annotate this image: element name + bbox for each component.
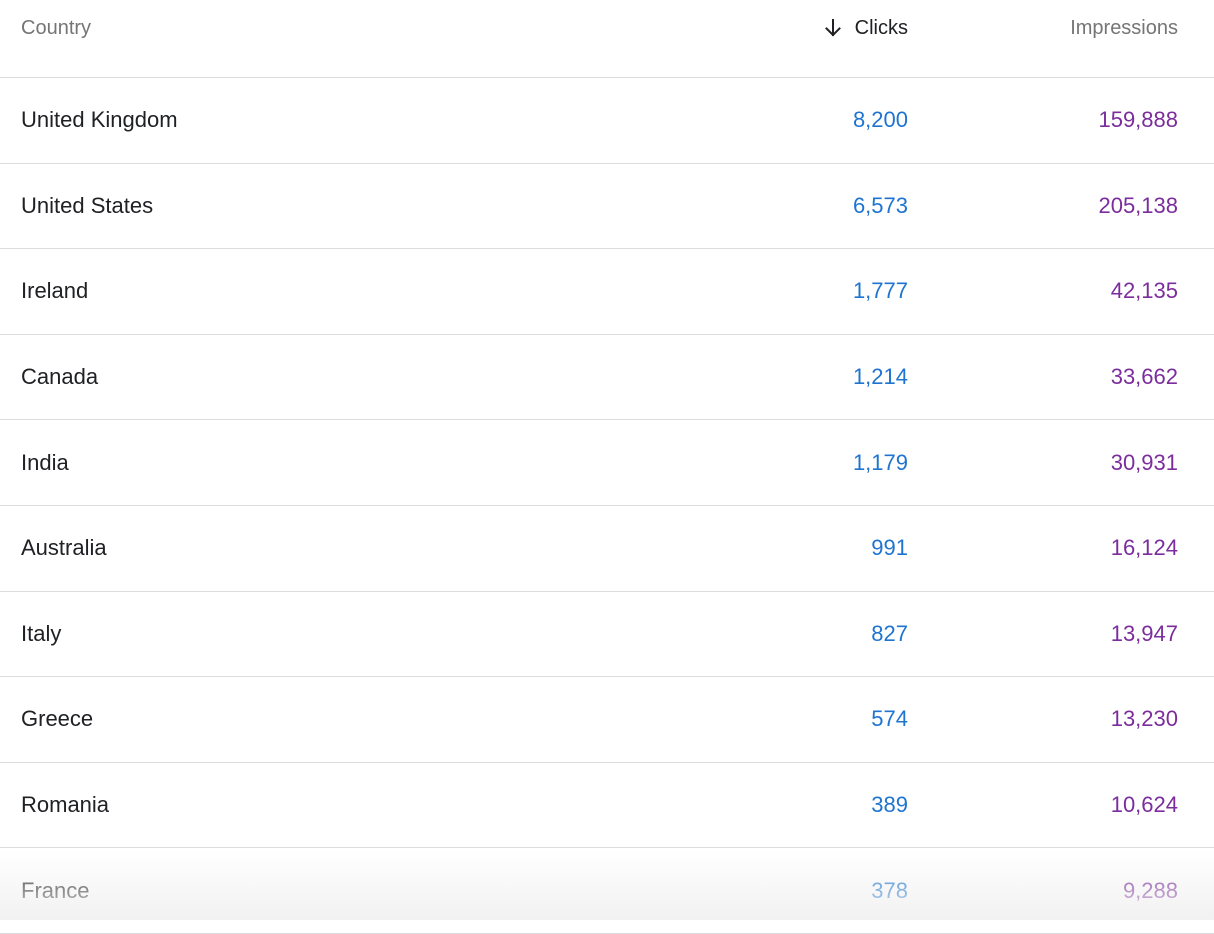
table-row[interactable]: Canada 1,214 33,662: [0, 335, 1214, 421]
table-row[interactable]: Greece 574 13,230: [0, 677, 1214, 763]
table-body: United Kingdom 8,200 159,888 United Stat…: [0, 78, 1214, 934]
country-cell: Italy: [21, 620, 62, 646]
impressions-cell: 159,888: [1098, 107, 1178, 133]
impressions-cell: 33,662: [1110, 364, 1178, 390]
country-cell: Romania: [21, 792, 110, 818]
impressions-cell: 10,624: [1110, 792, 1178, 818]
country-performance-table: Country Clicks Impressions United Kingdo…: [0, 0, 1214, 934]
table-row[interactable]: Ireland 1,777 42,135: [0, 249, 1214, 335]
column-header-impressions[interactable]: Impressions: [1070, 16, 1178, 40]
impressions-cell: 42,135: [1110, 278, 1178, 304]
clicks-cell: 1,179: [852, 449, 908, 475]
table-header: Country Clicks Impressions: [0, 0, 1214, 78]
clicks-cell: 6,573: [852, 192, 908, 218]
clicks-cell: 389: [871, 792, 908, 818]
country-cell: India: [21, 449, 69, 475]
table-row[interactable]: Italy 827 13,947: [0, 592, 1214, 678]
clicks-cell: 8,200: [852, 107, 908, 133]
impressions-cell: 205,138: [1098, 192, 1178, 218]
country-cell: France: [21, 877, 90, 903]
column-header-clicks-label: Clicks: [854, 17, 908, 39]
country-cell: Australia: [21, 535, 107, 561]
country-cell: Ireland: [21, 278, 89, 304]
table-row[interactable]: Australia 991 16,124: [0, 506, 1214, 592]
impressions-cell: 13,947: [1110, 620, 1178, 646]
column-header-clicks[interactable]: Clicks: [823, 16, 908, 40]
clicks-cell: 378: [871, 877, 908, 903]
impressions-cell: 13,230: [1110, 706, 1178, 732]
country-cell: United Kingdom: [21, 107, 178, 133]
impressions-cell: 16,124: [1110, 535, 1178, 561]
impressions-cell: 30,931: [1110, 449, 1178, 475]
country-cell: United States: [21, 192, 154, 218]
arrow-down-icon: [823, 18, 843, 38]
table-row[interactable]: France 378 9,288: [0, 848, 1214, 934]
country-cell: Canada: [21, 364, 99, 390]
column-header-country[interactable]: Country: [21, 16, 91, 40]
table-row[interactable]: Romania 389 10,624: [0, 763, 1214, 849]
table-row[interactable]: United Kingdom 8,200 159,888: [0, 78, 1214, 164]
impressions-cell: 9,288: [1122, 877, 1178, 903]
table-row[interactable]: India 1,179 30,931: [0, 420, 1214, 506]
clicks-cell: 991: [871, 535, 908, 561]
clicks-cell: 827: [871, 620, 908, 646]
clicks-cell: 574: [871, 706, 908, 732]
table-row[interactable]: United States 6,573 205,138: [0, 164, 1214, 250]
clicks-cell: 1,777: [852, 278, 908, 304]
country-cell: Greece: [21, 706, 94, 732]
clicks-cell: 1,214: [852, 364, 908, 390]
